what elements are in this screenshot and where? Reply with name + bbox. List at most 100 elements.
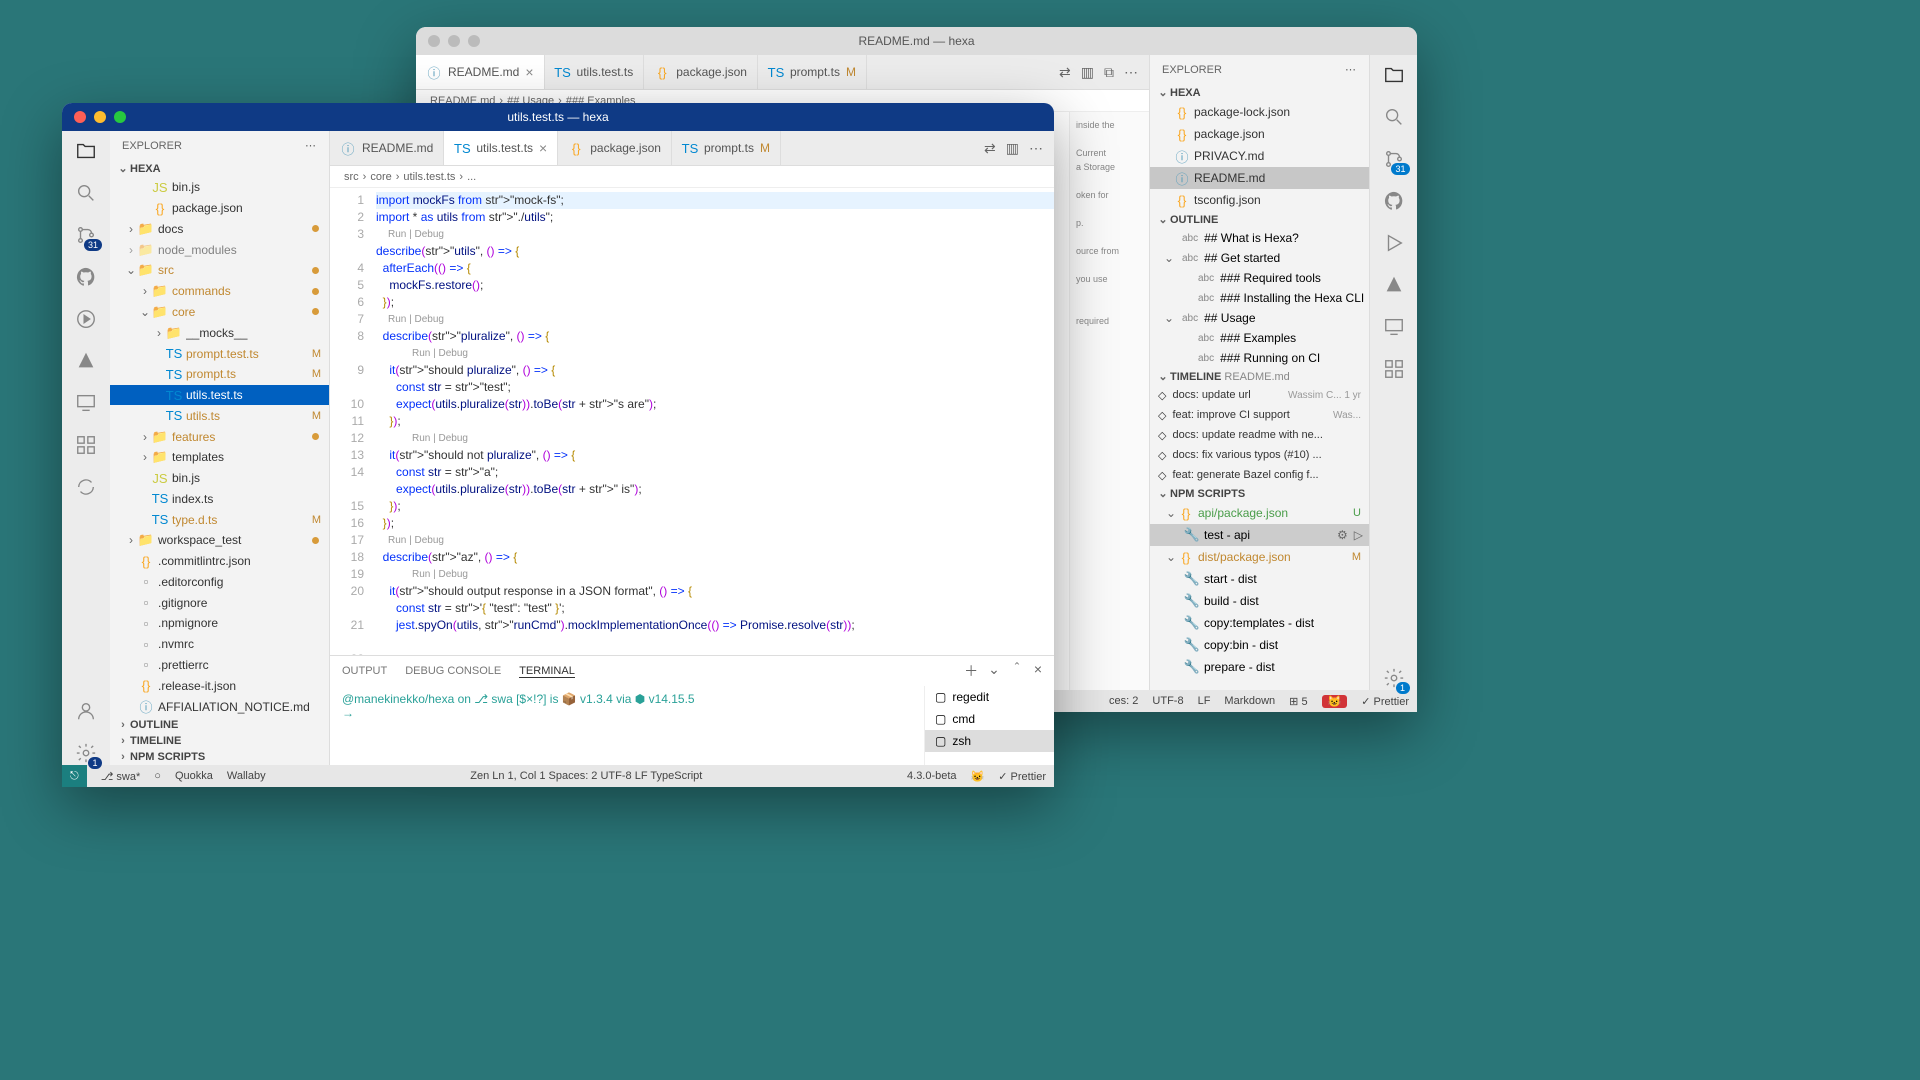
code-content[interactable]: import mockFs from str">"mock-fs";import… (376, 188, 1054, 655)
folder-root[interactable]: ⌄HEXA (1150, 84, 1369, 101)
file-item[interactable]: TSprompt.tsM (110, 364, 329, 385)
more-icon[interactable]: ⋯ (1124, 64, 1139, 81)
timeline-item[interactable]: ◇feat: generate Bazel config f... (1150, 465, 1369, 485)
file-item[interactable]: TSindex.ts (110, 488, 329, 509)
npm-group[interactable]: ⌄{}api/package.jsonU (1150, 502, 1369, 524)
run-icon[interactable]: ▷ (1354, 528, 1363, 542)
azure-icon[interactable] (74, 349, 98, 373)
breadcrumb-item[interactable]: src (344, 171, 359, 183)
file-item[interactable]: TSutils.tsM (110, 405, 329, 426)
file-item[interactable]: {}package.json (110, 198, 329, 219)
npm-scripts-header[interactable]: ⌄NPM SCRIPTS (1150, 485, 1369, 502)
split-icon[interactable]: ▥ (1006, 140, 1019, 157)
extensions-icon[interactable] (1382, 357, 1406, 381)
explorer-icon[interactable] (74, 139, 98, 163)
folder-item[interactable]: ›📁commands (110, 281, 329, 302)
zoom-icon[interactable] (114, 111, 126, 123)
npm-script[interactable]: 🔧start - dist (1150, 568, 1369, 590)
file-item[interactable]: ▫.nvmrc (110, 634, 329, 655)
scm-icon[interactable]: 31 (74, 223, 98, 247)
status-item[interactable]: UTF-8 (1152, 695, 1183, 707)
outline-item[interactable]: abc### Installing the Hexa CLI (1150, 288, 1369, 308)
folder-item[interactable]: ›📁__mocks__ (110, 322, 329, 343)
status-item[interactable]: ✓ Prettier (998, 770, 1046, 783)
file-item[interactable]: {}.release-it.json (110, 675, 329, 696)
folder-item[interactable]: ⌄📁src (110, 260, 329, 281)
npm-script[interactable]: 🔧copy:templates - dist (1150, 612, 1369, 634)
dropdown-icon[interactable]: ⌄ (988, 661, 1000, 681)
status-center[interactable]: Zen Ln 1, Col 1 Spaces: 2 UTF-8 LF TypeS… (470, 770, 702, 782)
search-icon[interactable] (74, 181, 98, 205)
file-item[interactable]: TSutils.test.ts (110, 385, 329, 406)
remote-indicator[interactable]: ⎋ (62, 765, 87, 787)
outline-header[interactable]: ⌄OUTLINE (1150, 211, 1369, 228)
breadcrumb-item[interactable]: utils.test.ts (403, 171, 455, 183)
settings-icon[interactable]: 1 (74, 741, 98, 765)
tab-prompt.ts[interactable]: TSprompt.tsM (672, 131, 781, 165)
status-item[interactable]: ⎇ swa* (101, 770, 141, 783)
close-icon[interactable]: × (525, 64, 533, 80)
file-item[interactable]: {}.commitlintrc.json (110, 551, 329, 572)
tab-package.json[interactable]: {}package.json (644, 55, 758, 89)
debug-icon[interactable]: ⚙ (1337, 528, 1348, 542)
npm-script[interactable]: 🔧test - api⚙▷ (1150, 524, 1369, 546)
status-item[interactable]: 😺 (971, 770, 985, 783)
tab-package.json[interactable]: {}package.json (558, 131, 672, 165)
terminal[interactable]: @manekinekko/hexa on ⎇ swa [$×!?] is 📦 v… (330, 686, 924, 765)
folder-item[interactable]: ›📁node_modules (110, 239, 329, 260)
close-icon[interactable]: × (539, 140, 547, 156)
file-item[interactable]: TStype.d.tsM (110, 509, 329, 530)
outline-item[interactable]: ⌄abc## Usage (1150, 308, 1369, 328)
compare-icon[interactable]: ⇄ (984, 140, 996, 157)
scm-icon[interactable]: 31 (1382, 147, 1406, 171)
terminal-shell[interactable]: ▢zsh (925, 730, 1054, 752)
tab-utils.test.ts[interactable]: TSutils.test.ts× (444, 131, 558, 165)
folder-item[interactable]: ›📁features (110, 426, 329, 447)
npm-script[interactable]: 🔧copy:bin - dist (1150, 634, 1369, 656)
status-item[interactable]: 😺 (1322, 695, 1348, 708)
compare-icon[interactable]: ⇄ (1059, 64, 1071, 81)
debug-icon[interactable] (1382, 231, 1406, 255)
minimize-icon[interactable] (94, 111, 106, 123)
new-terminal-icon[interactable]: ＋ (964, 661, 978, 681)
file-item[interactable]: ⓘAFFIALIATION_NOTICE.md (110, 696, 329, 717)
search-icon[interactable] (1382, 105, 1406, 129)
more-icon[interactable]: ⋯ (1345, 63, 1357, 76)
panel-tab-DEBUG CONSOLE[interactable]: DEBUG CONSOLE (405, 665, 501, 677)
section-OUTLINE[interactable]: ›OUTLINE (110, 717, 329, 733)
timeline-item[interactable]: ◇docs: update readme with ne... (1150, 425, 1369, 445)
file-item[interactable]: ▫.prettierrc (110, 655, 329, 676)
github-icon[interactable] (74, 265, 98, 289)
github-icon[interactable] (1382, 189, 1406, 213)
tab-prompt.ts[interactable]: TSprompt.tsM (758, 55, 867, 89)
close-icon[interactable] (74, 111, 86, 123)
diff-icon[interactable]: ⧉ (1104, 64, 1114, 81)
folder-item[interactable]: ›📁docs (110, 219, 329, 240)
window-controls[interactable] (428, 35, 480, 47)
tab-README.md[interactable]: ⓘREADME.md (330, 131, 444, 165)
outline-item[interactable]: abc### Running on CI (1150, 348, 1369, 368)
status-item[interactable]: ⊞ 5 (1289, 695, 1307, 708)
zoom-icon[interactable] (468, 35, 480, 47)
panel-tab-TERMINAL[interactable]: TERMINAL (519, 665, 575, 678)
section-TIMELINE[interactable]: ›TIMELINE (110, 733, 329, 749)
settings-icon[interactable]: 1 (1382, 666, 1406, 690)
panel-tab-OUTPUT[interactable]: OUTPUT (342, 665, 387, 677)
timeline-item[interactable]: ◇docs: fix various typos (#10) ... (1150, 445, 1369, 465)
more-icon[interactable]: ⋯ (1029, 140, 1044, 157)
status-item[interactable]: Quokka (175, 770, 213, 782)
close-panel-icon[interactable]: × (1034, 661, 1042, 681)
sync-icon[interactable] (74, 475, 98, 499)
outline-item[interactable]: abc### Examples (1150, 328, 1369, 348)
terminal-shell[interactable]: ▢cmd (925, 708, 1054, 730)
file-item[interactable]: ▫.gitignore (110, 592, 329, 613)
breadcrumb[interactable]: src›core›utils.test.ts›... (330, 166, 1054, 188)
status-item[interactable]: LF (1198, 695, 1211, 707)
timeline-header[interactable]: ⌄TIMELINE README.md (1150, 368, 1369, 385)
debug-icon[interactable] (74, 307, 98, 331)
breadcrumb-item[interactable]: ... (467, 171, 476, 183)
timeline-item[interactable]: ◇docs: update urlWassim C... 1 yr (1150, 385, 1369, 405)
minimize-icon[interactable] (448, 35, 460, 47)
folder-root[interactable]: ⌄HEXA (110, 160, 329, 177)
file-item[interactable]: TSprompt.test.tsM (110, 343, 329, 364)
